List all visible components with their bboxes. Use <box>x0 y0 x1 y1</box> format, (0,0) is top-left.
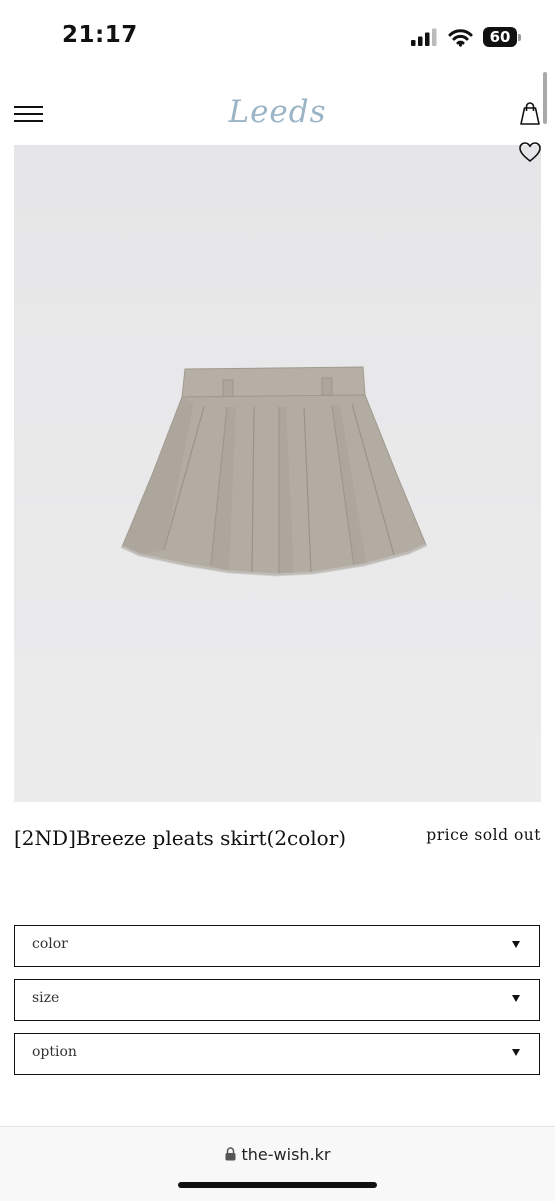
product-name: [2ND]Breeze pleats skirt(2color) <box>14 826 347 850</box>
dropdown-arrow-icon <box>512 941 520 948</box>
site-header: Leeds <box>0 88 555 140</box>
shopping-bag-icon <box>520 102 540 125</box>
lock-icon <box>225 1147 236 1161</box>
battery-cap <box>518 34 521 41</box>
cart-button[interactable] <box>517 100 543 126</box>
product-price: price sold out <box>426 826 541 844</box>
color-select-label: color <box>32 936 68 952</box>
status-icons: 60 <box>411 26 521 48</box>
dropdown-arrow-icon <box>512 1049 520 1056</box>
status-bar: 21:17 60 <box>0 0 555 70</box>
option-select[interactable]: option <box>14 1033 540 1075</box>
url-text: the-wish.kr <box>241 1145 331 1164</box>
battery-icon: 60 <box>483 27 521 47</box>
home-indicator[interactable] <box>178 1182 377 1188</box>
heart-icon <box>519 142 541 162</box>
wishlist-button[interactable] <box>517 140 543 164</box>
wifi-icon <box>448 28 473 47</box>
battery-level: 60 <box>489 28 511 46</box>
browser-bottom-bar: the-wish.kr <box>0 1126 555 1201</box>
product-image[interactable] <box>14 145 541 802</box>
address-bar[interactable]: the-wish.kr <box>0 1145 555 1164</box>
option-select-label: option <box>32 1044 77 1060</box>
dropdown-arrow-icon <box>512 995 520 1002</box>
size-select-label: size <box>32 990 60 1006</box>
size-select[interactable]: size <box>14 979 540 1021</box>
skirt-photo <box>14 145 541 802</box>
product-info: [2ND]Breeze pleats skirt(2color) price s… <box>14 822 541 862</box>
status-time: 21:17 <box>62 22 138 48</box>
site-logo[interactable]: Leeds <box>0 94 555 130</box>
signal-icon <box>411 28 437 46</box>
color-select[interactable]: color <box>14 925 540 967</box>
